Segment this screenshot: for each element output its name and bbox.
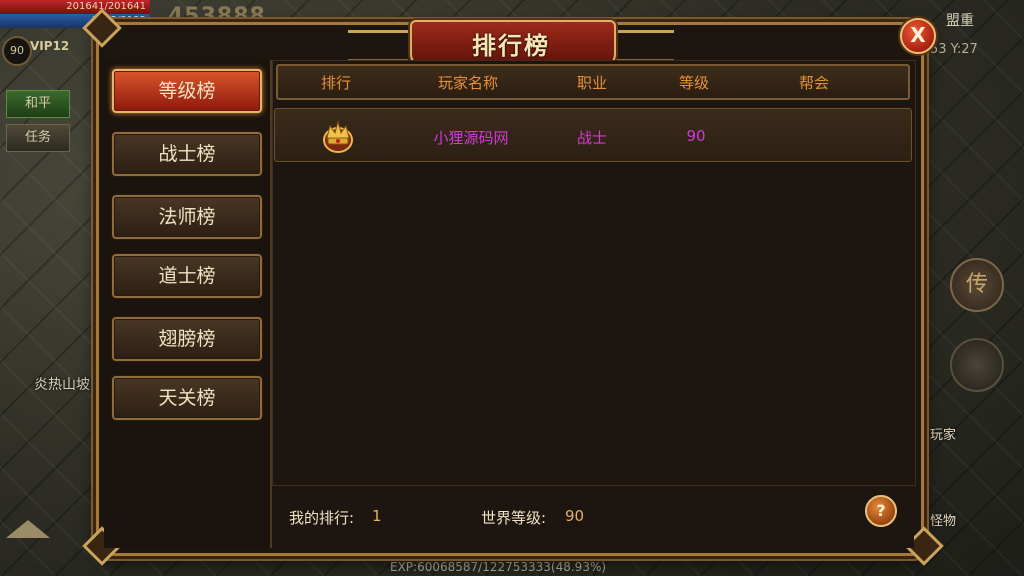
target-monster-label[interactable]: 怪物 [930,510,956,529]
exp-readout: EXP:60068587/122753333(48.93%) [390,560,607,574]
column-header-job: 职业 [576,74,607,92]
tab-taoist-ranking[interactable]: 道士榜 [112,254,262,298]
tab-wings-ranking[interactable]: 翅膀榜 [112,317,262,361]
world-level-label: 世界等级: [481,509,547,527]
title-wing-right [614,30,674,61]
my-rank-label: 我的排行: [289,509,355,527]
ranking-footer [272,486,914,548]
my-rank-value: 1 [372,507,382,525]
expand-arrow-icon[interactable] [6,520,50,538]
transfer-button[interactable]: 传 [950,258,1004,312]
map-name: 盟重 [946,13,974,29]
tab-warrior-ranking[interactable]: 战士榜 [112,132,262,176]
task-button[interactable]: 任务 [6,124,70,152]
panel-title: 排行榜 [472,32,550,60]
hp-bar: 201641/201641 [0,0,150,14]
skill-button[interactable] [950,338,1004,392]
coordinates: 53 Y:27 [930,42,978,57]
tab-tower-ranking[interactable]: 天关榜 [112,376,262,420]
title-wing-left [348,30,408,61]
column-header-level: 等级 [678,74,709,92]
column-header-rank: 排行 [320,74,351,92]
tab-mage-ranking[interactable]: 法师榜 [112,195,262,239]
close-button[interactable]: X [900,18,936,54]
crown-icon [323,120,353,153]
vip-badge[interactable]: VIP12 [30,39,69,53]
row-player-name: 小狸源码网 [433,129,509,147]
map-location-name: 炎热山坡 [34,377,90,393]
target-player-label[interactable]: 玩家 [930,424,956,443]
transfer-icon: 传 [965,272,988,297]
world-level-value: 90 [565,507,585,525]
help-button[interactable]: ? [865,495,897,527]
column-header-player-name: 玩家名称 [437,74,498,92]
row-level: 90 [686,127,706,145]
column-header-guild: 帮会 [798,74,829,92]
pk-mode-button[interactable]: 和平 [6,90,70,118]
tab-level-ranking[interactable]: 等级榜 [112,69,262,113]
row-job: 战士 [576,129,607,147]
player-level-badge: 90 [2,36,32,66]
